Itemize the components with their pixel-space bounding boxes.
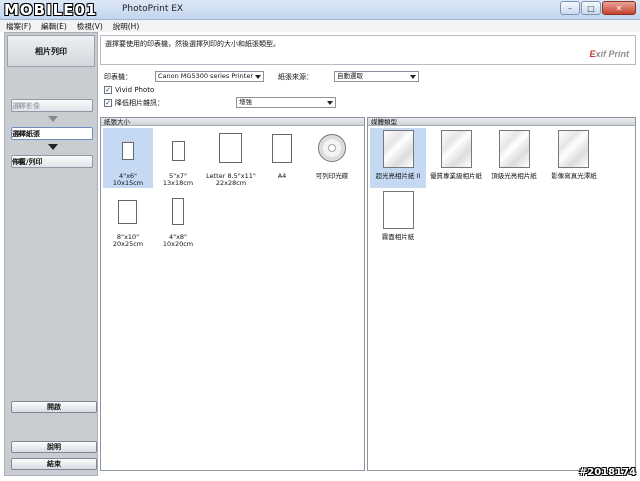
menu-edit[interactable]: 編輯(E) <box>41 21 67 32</box>
paper-icon <box>118 200 137 224</box>
paper-size-printable-disc[interactable]: 可列印光碟 <box>305 128 359 188</box>
main-area: 選擇要使用的印表機，然後選擇列印的大小和紙張類型。 Exif Print 印表機… <box>100 32 636 476</box>
window-title: PhotoPrint EX <box>122 4 184 14</box>
vivid-photo-label: Vivid Photo <box>115 86 155 94</box>
menu-bar: 檔案(F) 編輯(E) 檢視(V) 說明(H) <box>0 20 640 32</box>
step-select-paper[interactable]: ② 選擇紙張 <box>11 127 93 140</box>
paper-size-4x6[interactable]: 4"x6" 10x15cm <box>103 128 153 188</box>
paper-source-select[interactable]: 自動選取 <box>334 71 419 82</box>
paper-size-header: 紙張大小 <box>101 118 364 126</box>
media-type-label: 超光亮相片紙 II <box>375 172 421 180</box>
glossy-paper-icon <box>499 130 530 168</box>
instruction-box: 選擇要使用的印表機，然後選擇列印的大小和紙張類型。 Exif Print <box>100 35 636 65</box>
step-select-image[interactable]: ① 選擇影像 <box>11 99 93 112</box>
step-label: 選擇紙張 <box>12 129 40 138</box>
minimize-button[interactable]: – <box>560 1 580 15</box>
paper-size-sub: 10x20cm <box>162 240 194 248</box>
paper-size-panel: 紙張大小 4"x6" 10x15cm 5"x7" 13x18cm Letter … <box>100 117 365 471</box>
open-button[interactable]: 開啟 <box>11 401 97 413</box>
paper-size-label: A4 <box>277 172 287 180</box>
paper-size-4x8[interactable]: 4"x8" 10x20cm <box>153 192 203 252</box>
exit-button[interactable]: 結束 <box>11 458 97 470</box>
media-type-label: 優質專業級相片紙 <box>430 172 482 180</box>
paper-size-sub: 20x25cm <box>112 240 144 248</box>
paper-size-8x10[interactable]: 8"x10" 20x25cm <box>103 192 153 252</box>
paper-size-letter[interactable]: Letter 8.5"x11" 22x28cm <box>203 128 259 188</box>
paper-source-value: 自動選取 <box>337 72 363 80</box>
step-label: 選擇影像 <box>12 101 40 110</box>
sidebar: 相片列印 ① 選擇影像 ② 選擇紙張 ③ 佈置/列印 開啟 說明 結束 <box>4 32 98 476</box>
title-bar: MOBILE01 PhotoPrint EX – □ ✕ <box>0 0 640 20</box>
paper-source-label: 紙張來源： <box>278 73 313 81</box>
paper-size-label: 可列印光碟 <box>315 172 349 180</box>
paper-size-5x7[interactable]: 5"x7" 13x18cm <box>153 128 203 188</box>
menu-view[interactable]: 檢視(V) <box>77 21 103 32</box>
paper-size-sub: 13x18cm <box>162 179 194 187</box>
paper-icon <box>219 133 242 163</box>
maximize-button[interactable]: □ <box>581 1 601 15</box>
exif-print-logo: Exif Print <box>589 49 629 59</box>
matte-paper-icon <box>383 191 414 229</box>
post-id-watermark: #2018174 <box>578 467 636 478</box>
window-controls: – □ ✕ <box>560 1 636 15</box>
media-type-label: 霧面相片紙 <box>381 233 415 241</box>
instruction-text: 選擇要使用的印表機，然後選擇列印的大小和紙張類型。 <box>105 40 280 48</box>
paper-icon <box>122 142 134 160</box>
glossy-paper-icon <box>383 130 414 168</box>
checkbox-check-icon: ✓ <box>104 86 112 94</box>
paper-icon <box>172 141 185 161</box>
arrow-down-icon <box>48 116 58 122</box>
paper-size-a4[interactable]: A4 <box>259 128 305 188</box>
media-type-pro-platinum[interactable]: 優質專業級相片紙 <box>428 128 484 188</box>
media-type-premium-glossy[interactable]: 頂級光亮相片紙 <box>486 128 542 188</box>
step-label: 佈置/列印 <box>12 157 43 166</box>
glossy-paper-icon <box>441 130 472 168</box>
media-type-photo-luster[interactable]: 影像寫真光澤紙 <box>544 128 604 188</box>
step-layout-print[interactable]: ③ 佈置/列印 <box>11 155 93 168</box>
noise-reduction-label: 降低相片雜訊： <box>115 99 164 107</box>
menu-file[interactable]: 檔案(F) <box>6 21 31 32</box>
printer-select[interactable]: Canon MG5300 series Printer <box>155 71 264 82</box>
media-type-panel: 媒體類型 超光亮相片紙 II 優質專業級相片紙 頂級光亮相片紙 影像寫真光澤紙 … <box>367 117 636 471</box>
printer-label: 印表機： <box>104 73 132 81</box>
menu-help[interactable]: 說明(H) <box>113 21 140 32</box>
glossy-paper-icon <box>558 130 589 168</box>
media-type-label: 影像寫真光澤紙 <box>551 172 597 180</box>
noise-level-value: 增強 <box>239 98 252 106</box>
watermark-logo: MOBILE01 <box>4 1 98 19</box>
media-type-matte[interactable]: 霧面相片紙 <box>370 191 426 252</box>
media-type-super-glossy-ii[interactable]: 超光亮相片紙 II <box>370 128 426 188</box>
arrow-down-icon <box>48 144 58 150</box>
sidebar-title: 相片列印 <box>7 35 95 67</box>
close-button[interactable]: ✕ <box>602 1 636 15</box>
chevron-down-icon <box>410 75 416 79</box>
media-type-header: 媒體類型 <box>368 118 635 126</box>
vivid-photo-checkbox[interactable]: ✓ Vivid Photo <box>104 86 154 94</box>
noise-level-select[interactable]: 增強 <box>236 97 336 108</box>
chevron-down-icon <box>255 75 261 79</box>
printer-select-value: Canon MG5300 series Printer <box>158 72 253 80</box>
disc-icon <box>318 134 346 162</box>
media-type-label: 頂級光亮相片紙 <box>491 172 537 180</box>
paper-icon <box>272 134 292 163</box>
paper-icon <box>172 198 184 225</box>
chevron-down-icon <box>327 101 333 105</box>
paper-size-sub: 22x28cm <box>215 179 247 187</box>
noise-reduction-checkbox[interactable]: ✓ 降低相片雜訊： <box>104 98 164 108</box>
paper-size-sub: 10x15cm <box>112 179 144 187</box>
help-button[interactable]: 說明 <box>11 441 97 453</box>
checkbox-check-icon: ✓ <box>104 99 112 107</box>
